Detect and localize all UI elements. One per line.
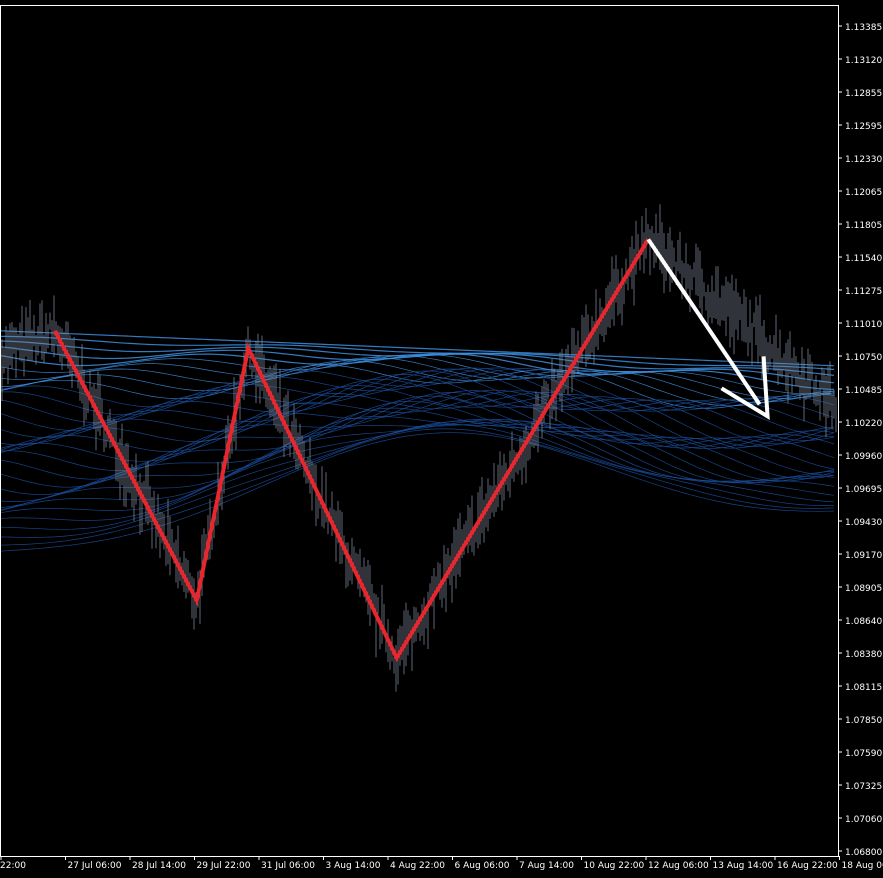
x-tick-label: 12 Aug 06:00 (648, 861, 709, 871)
x-tick-label: 27 Jul 06:00 (68, 861, 122, 871)
x-tick-label: 13 Aug 14:00 (713, 861, 774, 871)
y-tick-label: 1.07060 (845, 815, 882, 825)
ribbon-line (0, 368, 834, 429)
y-tick-label: 1.07590 (845, 749, 882, 759)
x-tick-label: 31 Jul 06:00 (261, 861, 315, 871)
y-tick-label: 1.10220 (845, 419, 882, 429)
y-tick-label: 1.11010 (845, 320, 882, 330)
plot-frame (1, 6, 839, 857)
x-tick-label: 6 Aug 06:00 (455, 861, 510, 871)
ribbon-line (0, 336, 834, 369)
y-tick-label: 1.12595 (845, 122, 882, 132)
y-tick-label: 1.12330 (845, 155, 882, 165)
y-tick-label: 1.09960 (845, 452, 882, 462)
ribbon-line (0, 421, 834, 529)
ribbon-line (0, 433, 834, 552)
y-tick-label: 1.06800 (845, 848, 882, 858)
y-tick-label: 1.08905 (845, 584, 882, 594)
price-chart: 1.13385 1.13120 1.12855 1.12595 1.12330 1.120… (0, 0, 883, 874)
x-tick-label: 27 Jul 22:00 (0, 861, 26, 871)
y-tick-label: 1.11540 (845, 254, 882, 264)
y-tick-label: 1.11805 (845, 221, 882, 231)
y-tick-label: 1.08640 (845, 617, 882, 627)
y-tick-label: 1.13120 (845, 56, 882, 66)
y-tick-label: 1.09430 (845, 518, 882, 528)
axes (1, 6, 839, 857)
ribbon-line (0, 429, 834, 545)
y-axis-ticks: 1.13385 1.13120 1.12855 1.12595 1.12330 1.120… (838, 23, 882, 858)
x-tick-label: 16 Aug 22:00 (777, 861, 838, 871)
x-tick-label: 7 Aug 14:00 (519, 861, 574, 871)
x-tick-label: 10 Aug 22:00 (584, 861, 645, 871)
ribbon-line (0, 401, 834, 501)
x-tick-label: 28 Jul 14:00 (132, 861, 186, 871)
chart-svg: 1.13385 1.13120 1.12855 1.12595 1.12330 1.120… (0, 0, 883, 874)
x-tick-label: 4 Aug 22:00 (390, 861, 445, 871)
y-tick-label: 1.10485 (845, 386, 882, 396)
y-tick-label: 1.08380 (845, 650, 882, 660)
y-tick-label: 1.12065 (845, 188, 882, 198)
y-tick-label: 1.11275 (845, 287, 882, 297)
ribbon-line (0, 393, 834, 488)
y-tick-label: 1.07850 (845, 716, 882, 726)
x-axis-ticks: 27 Jul 22:00 27 Jul 06:00 28 Jul 14:00 29 J… (0, 856, 883, 871)
y-tick-label: 1.10750 (845, 353, 882, 363)
x-tick-label: 3 Aug 14:00 (326, 861, 381, 871)
forecast-arrow-shaft (648, 239, 759, 404)
moving-average-ribbon (0, 331, 834, 551)
y-tick-label: 1.12855 (845, 89, 882, 99)
y-tick-label: 1.07325 (845, 782, 882, 792)
y-tick-label: 1.09695 (845, 485, 882, 495)
x-tick-label: 29 Jul 22:00 (197, 861, 251, 871)
y-tick-label: 1.13385 (845, 23, 882, 33)
y-tick-label: 1.09170 (845, 551, 882, 561)
ribbon-line (0, 331, 834, 366)
x-tick-label: 18 Aug 06:00 (842, 861, 883, 871)
y-tick-label: 1.08115 (845, 683, 882, 693)
